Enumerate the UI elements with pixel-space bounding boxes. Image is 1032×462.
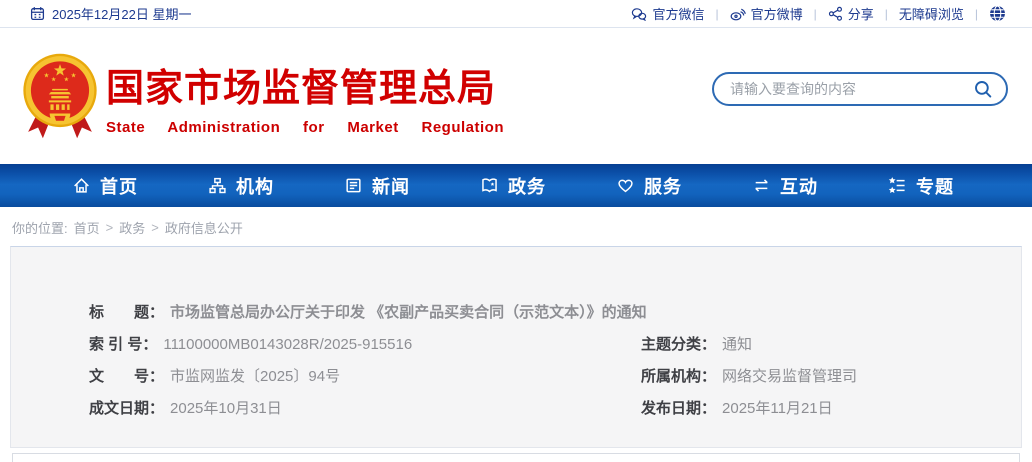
breadcrumb-separator: > bbox=[151, 220, 159, 235]
news-icon bbox=[344, 176, 363, 195]
current-date: 2025年12月22日 星期一 bbox=[52, 4, 191, 23]
nav-label: 首页 bbox=[100, 173, 138, 199]
calendar-icon bbox=[30, 6, 45, 21]
globe-icon bbox=[989, 5, 1006, 22]
nav-item-interact[interactable]: 互动 bbox=[752, 173, 818, 199]
doc-number-label: 文 号： bbox=[89, 367, 164, 387]
document-body-panel bbox=[12, 453, 1020, 462]
nav-item-gov[interactable]: 政务 bbox=[480, 173, 546, 199]
doc-publish-date-value: 2025年11月21日 bbox=[722, 399, 833, 419]
nav-item-home[interactable]: 首页 bbox=[72, 173, 138, 199]
gov-icon bbox=[480, 176, 499, 195]
search-icon bbox=[973, 79, 993, 99]
breadcrumb: 你的位置: 首页 > 政务 > 政府信息公开 bbox=[0, 207, 1032, 246]
accessibility-label: 无障碍浏览 bbox=[899, 4, 964, 23]
share-icon bbox=[828, 6, 843, 21]
breadcrumb-gov[interactable]: 政务 bbox=[119, 218, 145, 237]
doc-publish-date-label: 发布日期： bbox=[641, 399, 716, 419]
home-icon bbox=[72, 176, 91, 195]
nav-item-topics[interactable]: 专题 bbox=[888, 173, 954, 199]
site-header: 国家市场监督管理总局 State Administration for Mark… bbox=[0, 28, 1032, 164]
nav-label: 专题 bbox=[916, 173, 954, 199]
doc-agency-value: 网络交易监督管理司 bbox=[722, 367, 857, 387]
breadcrumb-separator: > bbox=[106, 220, 114, 235]
interact-arrows-icon bbox=[752, 176, 771, 195]
share-link[interactable]: 分享 bbox=[828, 4, 874, 23]
nav-label: 服务 bbox=[644, 173, 682, 199]
page: 2025年12月22日 星期一 官方微信 | 官方微博 bbox=[0, 0, 1032, 462]
weibo-link[interactable]: 官方微博 bbox=[730, 4, 803, 23]
wechat-icon bbox=[631, 7, 647, 21]
weibo-label: 官方微博 bbox=[751, 4, 803, 23]
separator: | bbox=[814, 7, 817, 21]
nav-label: 政务 bbox=[508, 173, 546, 199]
main-nav: 首页 机构 新闻 政务 服务 bbox=[0, 164, 1032, 207]
org-icon bbox=[208, 176, 227, 195]
site-title-zh: 国家市场监督管理总局 bbox=[106, 57, 504, 112]
date-display: 2025年12月22日 星期一 bbox=[30, 4, 191, 23]
doc-number-value: 市监网监发〔2025〕94号 bbox=[170, 367, 340, 387]
separator: | bbox=[885, 7, 888, 21]
national-emblem-icon bbox=[20, 49, 100, 143]
wechat-label: 官方微信 bbox=[652, 4, 704, 23]
nav-label: 机构 bbox=[236, 173, 274, 199]
doc-written-date-label: 成文日期： bbox=[89, 399, 164, 419]
meta-row-title: 标 题： 市场监管总局办公厅关于印发 《农副产品买卖合同（示范文本）》的通知 bbox=[89, 303, 1001, 323]
accessibility-link[interactable]: 无障碍浏览 bbox=[899, 4, 964, 23]
separator: | bbox=[715, 7, 718, 21]
breadcrumb-prefix: 你的位置: bbox=[12, 218, 68, 237]
site-brand[interactable]: 国家市场监督管理总局 State Administration for Mark… bbox=[20, 49, 504, 143]
top-utility-bar: 2025年12月22日 星期一 官方微信 | 官方微博 bbox=[0, 0, 1032, 28]
breadcrumb-home[interactable]: 首页 bbox=[74, 218, 100, 237]
document-meta-panel: 标 题： 市场监管总局办公厅关于印发 《农副产品买卖合同（示范文本）》的通知 索… bbox=[10, 246, 1022, 448]
doc-index-value: 11100000MB0143028R/2025-915516 bbox=[163, 335, 412, 355]
language-globe-link[interactable] bbox=[989, 5, 1006, 22]
doc-category-value: 通知 bbox=[722, 335, 752, 355]
search-button[interactable] bbox=[972, 78, 994, 100]
nav-item-service[interactable]: 服务 bbox=[616, 173, 682, 199]
share-label: 分享 bbox=[848, 4, 874, 23]
site-search bbox=[712, 72, 1008, 106]
doc-title-label: 标 题： bbox=[89, 303, 164, 323]
separator: | bbox=[975, 7, 978, 21]
service-heart-icon bbox=[616, 176, 635, 195]
doc-written-date-value: 2025年10月31日 bbox=[170, 399, 282, 419]
nav-item-news[interactable]: 新闻 bbox=[344, 173, 410, 199]
doc-agency-label: 所属机构： bbox=[641, 367, 716, 387]
nav-label: 新闻 bbox=[372, 173, 410, 199]
breadcrumb-info-disclosure[interactable]: 政府信息公开 bbox=[165, 218, 243, 237]
nav-label: 互动 bbox=[780, 173, 818, 199]
site-title-block: 国家市场监督管理总局 State Administration for Mark… bbox=[106, 57, 504, 136]
site-title-en: State Administration for Market Regulati… bbox=[106, 119, 504, 136]
doc-category-label: 主题分类： bbox=[641, 335, 716, 355]
wechat-link[interactable]: 官方微信 bbox=[631, 4, 704, 23]
doc-title-value: 市场监管总局办公厅关于印发 《农副产品买卖合同（示范文本）》的通知 bbox=[170, 303, 647, 323]
meta-row: 文 号： 市监网监发〔2025〕94号 所属机构： 网络交易监督管理司 bbox=[89, 367, 1001, 387]
topic-list-icon bbox=[888, 176, 907, 195]
nav-item-org[interactable]: 机构 bbox=[208, 173, 274, 199]
meta-row: 成文日期： 2025年10月31日 发布日期： 2025年11月21日 bbox=[89, 399, 1001, 419]
doc-index-label: 索 引 号： bbox=[89, 335, 157, 355]
weibo-icon bbox=[730, 7, 746, 21]
topbar-links: 官方微信 | 官方微博 | 分享 | bbox=[631, 4, 1006, 23]
meta-row: 索 引 号： 11100000MB0143028R/2025-915516 主题… bbox=[89, 335, 1001, 355]
search-input[interactable] bbox=[730, 81, 972, 97]
